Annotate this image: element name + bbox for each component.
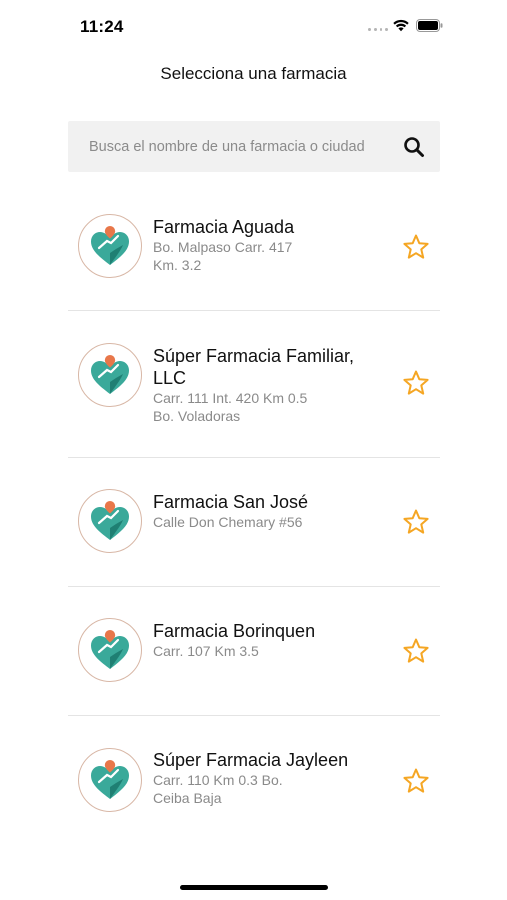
search-bar — [68, 121, 440, 172]
pharmacy-logo — [78, 618, 142, 682]
screen: 11:24 Selecciona una farmacia Busca el n… — [0, 0, 507, 900]
battery-icon — [416, 19, 443, 32]
heart-hand-pin-logo-icon — [91, 501, 129, 540]
search-input[interactable] — [68, 121, 398, 172]
favorite-star-icon[interactable] — [402, 508, 430, 536]
pharmacy-name: Farmacia San José — [153, 492, 309, 512]
heart-hand-pin-logo-icon — [91, 226, 129, 265]
pharmacy-logo — [78, 214, 142, 278]
pharmacy-item[interactable]: Súper Farmacia Familiar, LLC Carr. 111 I… — [68, 311, 440, 458]
pharmacy-name: Súper Farmacia Familiar, LLC — [153, 346, 355, 388]
page-title: Selecciona una farmacia — [160, 64, 347, 83]
heart-hand-pin-logo-icon — [91, 630, 129, 669]
cellular-signal-icon — [368, 26, 388, 32]
pharmacy-name: Súper Farmacia Jayleen — [153, 750, 349, 770]
home-indicator[interactable] — [180, 885, 328, 890]
status-bar: 11:24 — [0, 0, 507, 54]
pharmacy-logo — [78, 343, 142, 407]
pharmacy-address: Carr. 111 Int. 420 Km 0.5 Bo. Voladoras — [153, 390, 308, 424]
pharmacy-item[interactable]: Farmacia Borinquen Carr. 107 Km 3.5 — [68, 587, 440, 716]
pharmacy-address: Calle Don Chemary #56 — [153, 514, 303, 530]
pharmacy-address: Bo. Malpaso Carr. 417 Km. 3.2 — [153, 239, 293, 273]
pharmacy-name: Farmacia Borinquen — [153, 621, 316, 641]
pharmacy-address: Carr. 107 Km 3.5 — [153, 643, 259, 659]
favorite-star-icon[interactable] — [402, 637, 430, 665]
heart-hand-pin-logo-icon — [91, 760, 129, 799]
pharmacy-logo — [78, 489, 142, 553]
favorite-star-icon[interactable] — [402, 369, 430, 397]
pharmacy-item[interactable]: Farmacia San José Calle Don Chemary #56 — [68, 458, 440, 587]
pharmacy-item[interactable]: Farmacia Aguada Bo. Malpaso Carr. 417 Km… — [68, 182, 440, 311]
status-time: 11:24 — [80, 17, 124, 36]
pharmacy-info: Farmacia San José Calle Don Chemary #56 — [153, 491, 393, 531]
pharmacy-logo — [78, 748, 142, 812]
heart-hand-pin-logo-icon — [91, 355, 129, 394]
favorite-star-icon[interactable] — [402, 767, 430, 795]
search-icon[interactable] — [403, 136, 425, 158]
pharmacy-item[interactable]: Súper Farmacia Jayleen Carr. 110 Km 0.3 … — [68, 716, 440, 845]
pharmacy-info: Farmacia Aguada Bo. Malpaso Carr. 417 Km… — [153, 216, 393, 274]
favorite-star-icon[interactable] — [402, 233, 430, 261]
pharmacy-name: Farmacia Aguada — [153, 217, 295, 237]
pharmacy-info: Súper Farmacia Familiar, LLC Carr. 111 I… — [153, 345, 393, 425]
wifi-icon — [393, 19, 409, 32]
pharmacy-address: Carr. 110 Km 0.3 Bo. Ceiba Baja — [153, 772, 283, 806]
pharmacy-list: Farmacia Aguada Bo. Malpaso Carr. 417 Km… — [68, 182, 440, 845]
pharmacy-info: Súper Farmacia Jayleen Carr. 110 Km 0.3 … — [153, 749, 393, 807]
pharmacy-info: Farmacia Borinquen Carr. 107 Km 3.5 — [153, 620, 393, 660]
